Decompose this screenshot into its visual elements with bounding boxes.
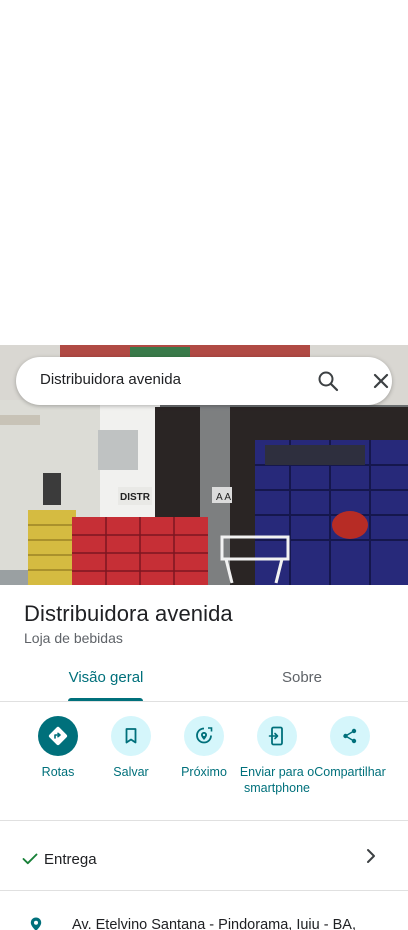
send-to-phone-label: Enviar para o smartphone [239,765,315,795]
share-icon [330,716,370,756]
share-label: Compartilhar [314,765,386,779]
send-to-phone-button[interactable]: Enviar para o smartphone [237,716,317,796]
address-text: Av. Etelvino Santana - Pindorama, Iuiu -… [72,917,356,930]
tab-overview[interactable]: Visão geral [0,662,212,702]
bookmark-icon [111,716,151,756]
place-category[interactable]: Loja de bebidas [24,630,123,646]
search-bar[interactable]: Distribuidora avenida [16,357,392,405]
address-row[interactable]: Av. Etelvino Santana - Pindorama, Iuiu -… [0,892,408,930]
directions-icon [38,716,78,756]
tab-bar: Visão geral Sobre [0,662,408,702]
tab-about[interactable]: Sobre [196,662,408,702]
share-button[interactable]: Compartilhar [310,716,390,780]
check-icon [22,852,38,865]
nearby-icon [184,716,224,756]
close-icon[interactable] [369,369,393,393]
service-row-delivery[interactable]: Entrega [0,823,408,891]
svg-text:A A: A A [216,492,231,503]
nearby-button[interactable]: Próximo [164,716,244,780]
send-to-phone-icon [257,716,297,756]
tab-selected-indicator [68,698,143,701]
map-area-blank [0,0,408,345]
location-pin-icon [28,916,44,930]
directions-label: Rotas [41,765,75,779]
chevron-right-icon[interactable] [364,848,378,864]
photo-sign-text: DISTR [120,492,151,503]
directions-button[interactable]: Rotas [18,716,98,780]
place-title: Distribuidora avenida [24,601,233,626]
action-buttons: Rotas Salvar Próximo Enviar para o smart… [0,703,408,821]
nearby-label: Próximo [181,765,227,779]
save-button[interactable]: Salvar [91,716,171,780]
search-input[interactable]: Distribuidora avenida [40,371,181,388]
save-label: Salvar [113,765,149,779]
search-icon[interactable] [316,369,340,393]
service-label: Entrega [44,851,97,868]
